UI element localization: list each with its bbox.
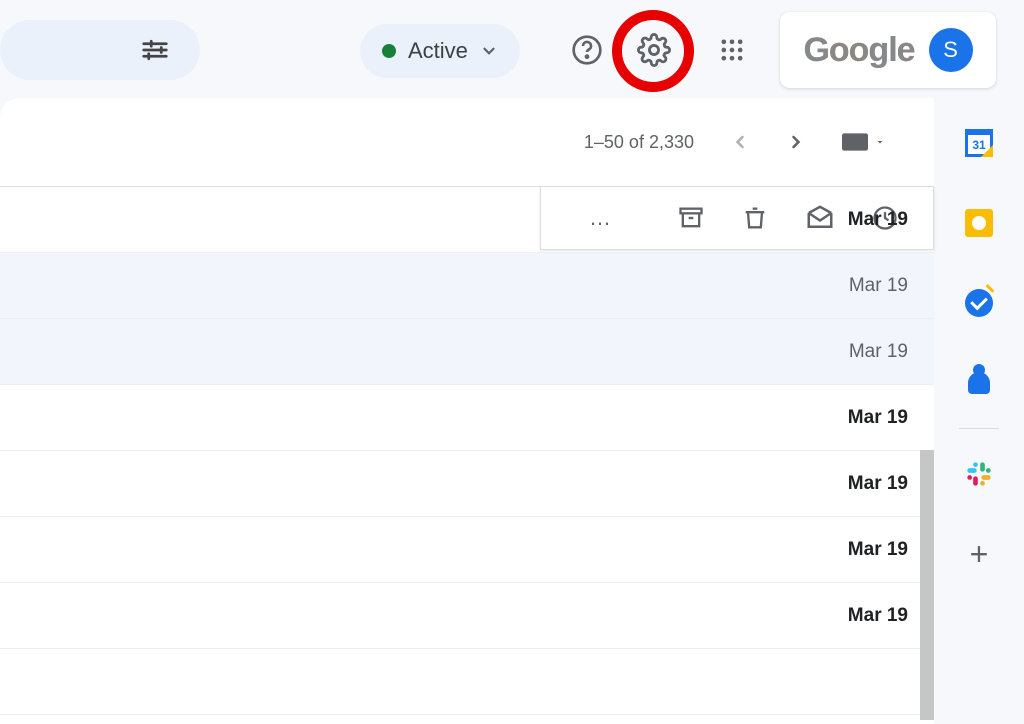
email-date: Mar 19 [848, 473, 908, 495]
status-label: Active [408, 38, 468, 64]
tune-icon[interactable] [140, 35, 170, 65]
chevron-down-icon [480, 42, 498, 60]
avatar[interactable]: S [929, 28, 973, 72]
scrollbar-thumb[interactable] [920, 450, 934, 720]
email-row[interactable]: Mar 19 [0, 187, 934, 253]
email-list: … Mar 19 Mar 19 Mar 19 [0, 186, 934, 715]
gear-icon [637, 33, 671, 67]
email-row[interactable]: Mar 19 [0, 319, 934, 385]
calendar-icon [965, 129, 993, 157]
tasks-app-button[interactable] [964, 288, 994, 318]
email-date: Mar 19 [849, 341, 908, 363]
email-row[interactable]: Mar 19 [0, 583, 934, 649]
email-date: Mar 19 [848, 605, 908, 627]
email-row[interactable]: Mar 19 [0, 451, 934, 517]
status-dot-icon [382, 44, 396, 58]
plus-icon: + [970, 536, 989, 573]
email-row[interactable]: Mar 19 [0, 253, 934, 319]
older-button[interactable] [786, 132, 806, 152]
settings-button[interactable] [634, 30, 674, 70]
support-button[interactable] [567, 30, 607, 70]
status-selector[interactable]: Active [360, 24, 520, 78]
newer-button[interactable] [730, 132, 750, 152]
slack-addon-button[interactable] [964, 459, 994, 489]
search-container[interactable] [0, 20, 200, 80]
email-row[interactable]: Mar 19 [0, 385, 934, 451]
side-divider [959, 428, 999, 429]
tasks-icon [965, 289, 993, 317]
get-addons-button[interactable]: + [964, 539, 994, 569]
email-row[interactable]: Mar 19 [0, 517, 934, 583]
account-card[interactable]: Google S [780, 12, 996, 88]
email-date: Mar 19 [848, 209, 908, 231]
help-icon [571, 34, 603, 66]
keyboard-icon [842, 133, 868, 151]
apps-grid-icon [718, 36, 746, 64]
google-apps-button[interactable] [712, 30, 752, 70]
keep-icon [965, 209, 993, 237]
app-header: Active Google S [0, 0, 1024, 98]
email-date: Mar 19 [849, 275, 908, 297]
pagination-text: 1–50 of 2,330 [584, 132, 694, 153]
input-tools-button[interactable] [842, 133, 886, 151]
keep-app-button[interactable] [964, 208, 994, 238]
google-logo: Google [803, 31, 914, 70]
email-date: Mar 19 [848, 407, 908, 429]
caret-down-icon [874, 136, 886, 148]
contacts-icon [968, 372, 990, 394]
email-date: Mar 19 [848, 539, 908, 561]
list-toolbar: 1–50 of 2,330 [0, 98, 934, 186]
calendar-app-button[interactable] [964, 128, 994, 158]
side-panel: + [934, 98, 1024, 724]
email-row[interactable] [0, 649, 934, 715]
slack-icon [965, 460, 993, 488]
mail-main: 1–50 of 2,330 … [0, 98, 934, 724]
contacts-app-button[interactable] [964, 368, 994, 398]
